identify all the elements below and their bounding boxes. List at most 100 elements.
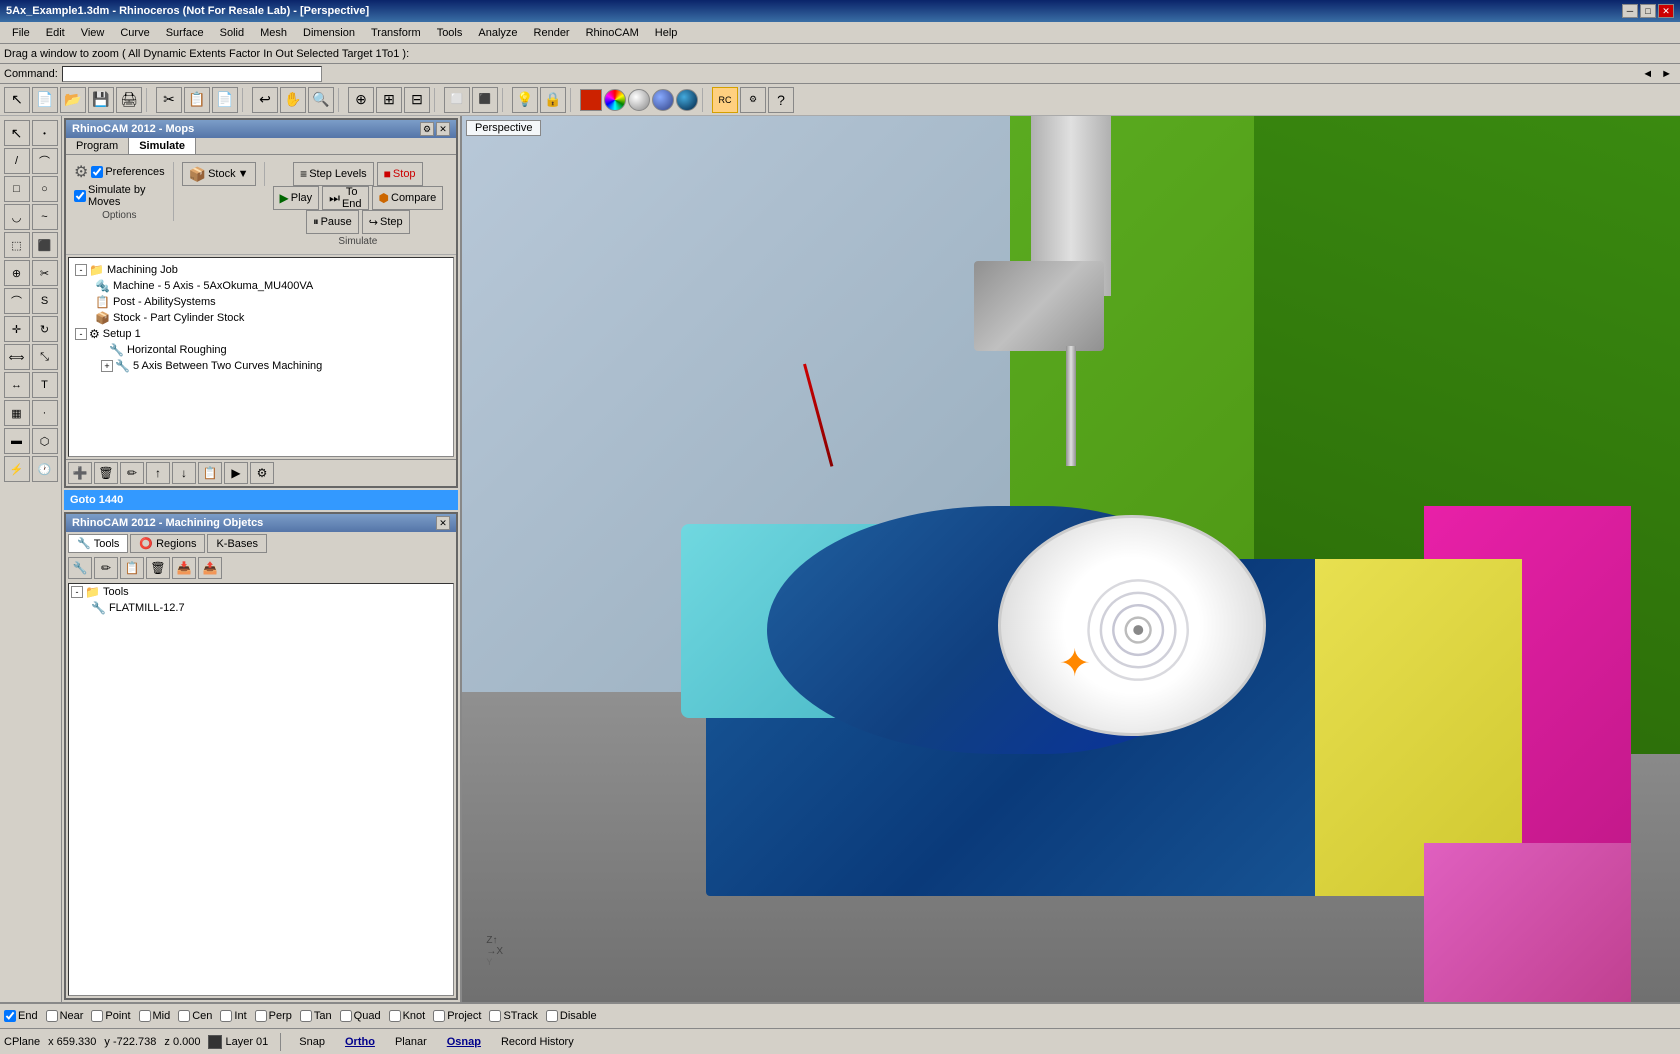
- tree-node-machining-job[interactable]: - 📁 Machining Job: [73, 262, 449, 278]
- expand-tools-root[interactable]: -: [71, 586, 83, 598]
- layer-color-swatch[interactable]: [208, 1035, 222, 1049]
- menu-dimension[interactable]: Dimension: [295, 25, 363, 41]
- tb-select[interactable]: ↖: [4, 87, 30, 113]
- sim-by-moves-checkbox[interactable]: Preferences: [91, 166, 164, 178]
- stop-btn[interactable]: ■ Stop: [377, 162, 423, 186]
- expand-setup1[interactable]: -: [75, 328, 87, 340]
- tb-print[interactable]: 🖨: [116, 87, 142, 113]
- menu-surface[interactable]: Surface: [158, 25, 212, 41]
- lt-rotate-btn[interactable]: ↻: [32, 316, 58, 342]
- mo-tab-tools[interactable]: 🔧 Tools: [68, 534, 128, 553]
- snap-tan-input[interactable]: [300, 1010, 312, 1022]
- lt-fillet-btn[interactable]: ⌒: [4, 288, 30, 314]
- tb-ocean-sphere[interactable]: [676, 89, 698, 111]
- planar-button[interactable]: Planar: [389, 1035, 433, 1049]
- tb-light[interactable]: 💡: [512, 87, 538, 113]
- tree-node-horiz-rough[interactable]: 🔧 Horizontal Roughing: [73, 342, 449, 358]
- minimize-button[interactable]: ─: [1622, 4, 1638, 18]
- snap-end-checkbox[interactable]: End: [4, 1010, 38, 1022]
- tree-edit-btn[interactable]: ✏: [120, 462, 144, 484]
- tb-ortho-view[interactable]: ⬜: [444, 87, 470, 113]
- sim-checkbox2[interactable]: Simulate by Moves: [74, 184, 165, 208]
- panel-close-btn[interactable]: ✕: [436, 122, 450, 136]
- tb-new[interactable]: 📄: [32, 87, 58, 113]
- mo-del-btn[interactable]: 🗑: [146, 557, 170, 579]
- tree-run-btn[interactable]: ▶: [224, 462, 248, 484]
- ortho-button[interactable]: Ortho: [339, 1035, 381, 1049]
- tb-gray-sphere[interactable]: [628, 89, 650, 111]
- tree-down-btn[interactable]: ↓: [172, 462, 196, 484]
- tree-node-stock[interactable]: 📦 Stock - Part Cylinder Stock: [73, 310, 449, 326]
- tb-lock[interactable]: 🔒: [540, 87, 566, 113]
- lt-point-btn[interactable]: ·: [32, 400, 58, 426]
- lt-polyline-btn[interactable]: ⌒: [32, 148, 58, 174]
- tb-cut[interactable]: ✂: [156, 87, 182, 113]
- menu-transform[interactable]: Transform: [363, 25, 429, 41]
- stock-btn[interactable]: 📦 Stock ▼: [182, 162, 256, 186]
- mo-export-btn[interactable]: 📤: [198, 557, 222, 579]
- tab-simulate[interactable]: Simulate: [129, 138, 196, 154]
- lt-boolean-btn[interactable]: ⊕: [4, 260, 30, 286]
- tree-node-setup1[interactable]: - ⚙ Setup 1: [73, 326, 449, 342]
- snap-int-checkbox[interactable]: Int: [220, 1010, 246, 1022]
- tree-props-btn[interactable]: 📋: [198, 462, 222, 484]
- compare-btn[interactable]: ⬢ Compare: [372, 186, 444, 210]
- menu-solid[interactable]: Solid: [212, 25, 252, 41]
- tb-rhinocam2[interactable]: ⚙: [740, 87, 766, 113]
- menu-tools[interactable]: Tools: [429, 25, 471, 41]
- mach-obj-close-btn[interactable]: ✕: [436, 516, 450, 530]
- nav-arrow-right[interactable]: ►: [1657, 68, 1676, 80]
- tb-copy[interactable]: 📋: [184, 87, 210, 113]
- snap-tan-checkbox[interactable]: Tan: [300, 1010, 332, 1022]
- snap-cen-checkbox[interactable]: Cen: [178, 1010, 212, 1022]
- menu-help[interactable]: Help: [647, 25, 686, 41]
- menu-edit[interactable]: Edit: [38, 25, 73, 41]
- snap-disable-checkbox[interactable]: Disable: [546, 1010, 597, 1022]
- expand-machining-job[interactable]: -: [75, 264, 87, 276]
- snap-end-input[interactable]: [4, 1010, 16, 1022]
- lt-line-btn[interactable]: /: [4, 148, 30, 174]
- lt-circle-btn[interactable]: ○: [32, 176, 58, 202]
- lt-move-btn[interactable]: ✛: [4, 316, 30, 342]
- mo-copy-btn[interactable]: 📋: [120, 557, 144, 579]
- snap-near-input[interactable]: [46, 1010, 58, 1022]
- snap-quad-input[interactable]: [340, 1010, 352, 1022]
- tb-help[interactable]: ?: [768, 87, 794, 113]
- tb-zoom-window[interactable]: ⊕: [348, 87, 374, 113]
- snap-strack-checkbox[interactable]: STrack: [489, 1010, 537, 1022]
- tb-color-wheel[interactable]: [604, 89, 626, 111]
- tree-add-btn[interactable]: ➕: [68, 462, 92, 484]
- snap-project-input[interactable]: [433, 1010, 445, 1022]
- play-btn[interactable]: ▶ Play: [273, 186, 320, 210]
- tb-pan[interactable]: ✋: [280, 87, 306, 113]
- menu-mesh[interactable]: Mesh: [252, 25, 295, 41]
- lt-freeform-btn[interactable]: ~: [32, 204, 58, 230]
- tb-zoom-in[interactable]: 🔍: [308, 87, 334, 113]
- pause-btn[interactable]: ⏸ Pause: [306, 210, 359, 234]
- lt-surface-btn[interactable]: ⬚: [4, 232, 30, 258]
- panel-config-btn[interactable]: ⚙: [420, 122, 434, 136]
- tb-undo[interactable]: ↩: [252, 87, 278, 113]
- lt-scale-btn[interactable]: ⤡: [32, 344, 58, 370]
- snap-knot-input[interactable]: [389, 1010, 401, 1022]
- snap-cen-input[interactable]: [178, 1010, 190, 1022]
- tree-cam-btn[interactable]: ⚙: [250, 462, 274, 484]
- snap-mid-input[interactable]: [139, 1010, 151, 1022]
- step-btn[interactable]: ↪ Step: [362, 210, 410, 234]
- snap-strack-input[interactable]: [489, 1010, 501, 1022]
- tree-del-btn[interactable]: 🗑: [94, 462, 118, 484]
- sim-by-moves-input2[interactable]: [74, 190, 86, 202]
- lt-history-btn[interactable]: 🕐: [32, 456, 58, 482]
- command-input[interactable]: [62, 66, 322, 82]
- tb-rhinocam[interactable]: RC: [712, 87, 738, 113]
- snap-near-checkbox[interactable]: Near: [46, 1010, 84, 1022]
- lt-hatch-btn[interactable]: ▦: [4, 400, 30, 426]
- sim-by-moves-input[interactable]: [91, 166, 103, 178]
- tb-3d-view[interactable]: ⬛: [472, 87, 498, 113]
- mo-tab-regions[interactable]: ⭕ Regions: [130, 534, 205, 553]
- nav-arrow-left[interactable]: ◄: [1638, 68, 1657, 80]
- lt-select-btn[interactable]: ↖: [4, 120, 30, 146]
- tb-zoom-extent[interactable]: ⊞: [376, 87, 402, 113]
- maximize-button[interactable]: □: [1640, 4, 1656, 18]
- tree-node-5ax[interactable]: + 🔧 5 Axis Between Two Curves Machining: [73, 358, 449, 374]
